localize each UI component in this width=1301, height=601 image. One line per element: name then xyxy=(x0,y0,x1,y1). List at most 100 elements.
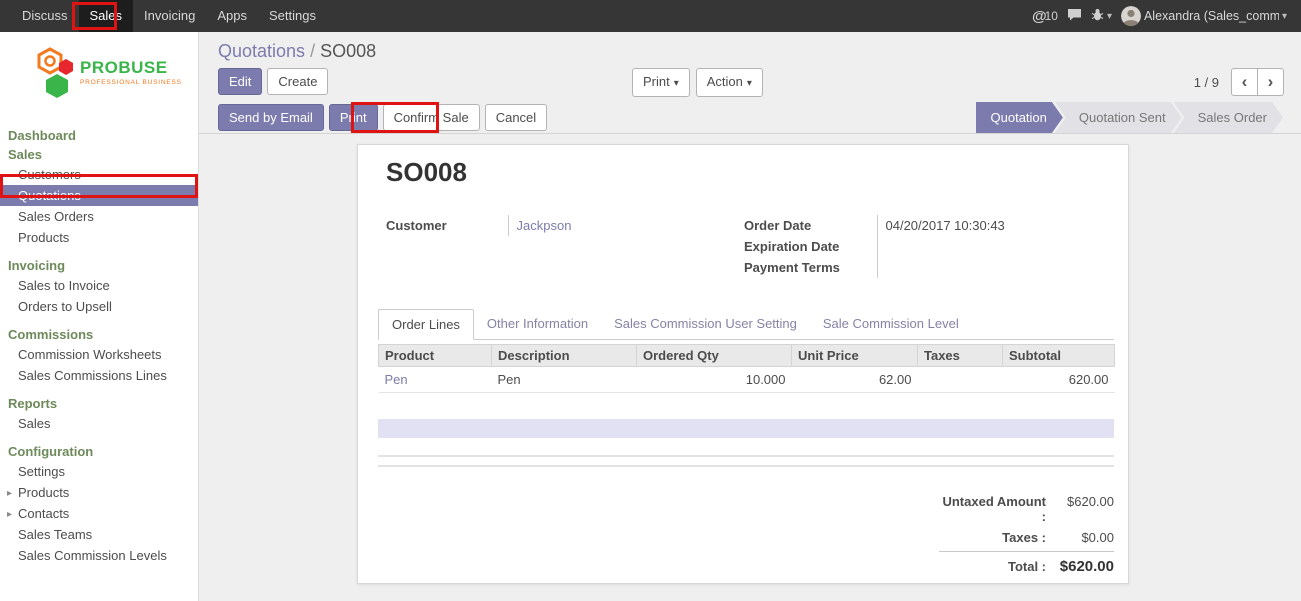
cancel-button[interactable]: Cancel xyxy=(485,104,547,131)
taxes-row: Taxes : $0.00 xyxy=(939,527,1114,548)
user-menu[interactable]: Alexandra (Sales_comm.. ▾ xyxy=(1121,6,1287,26)
order-lines-table: Product Description Ordered Qty Unit Pri… xyxy=(378,344,1115,393)
sidebar-section-invoicing[interactable]: Invoicing xyxy=(0,256,198,275)
expand-arrow-icon: ▸ xyxy=(7,486,12,501)
sidebar-item-commission-worksheets[interactable]: Commission Worksheets xyxy=(0,344,198,365)
sidebar-item-sales-orders[interactable]: Sales Orders xyxy=(0,206,198,227)
status-steps: Quotation Quotation Sent Sales Order xyxy=(976,102,1283,133)
cell-subtotal: 620.00 xyxy=(1003,367,1115,393)
topbar-menu-settings[interactable]: Settings xyxy=(258,0,327,32)
control-panel-buttons: Edit Create xyxy=(218,68,328,95)
totals-block: Untaxed Amount : $620.00 Taxes : $0.00 T… xyxy=(939,491,1114,578)
print-dropdown[interactable]: Print▾ xyxy=(632,68,690,97)
control-panel-menus: Print▾ Action▾ xyxy=(632,68,763,97)
breadcrumb-current: SO008 xyxy=(320,41,376,61)
cell-ordered-qty: 10.000 xyxy=(637,367,792,393)
topbar-menu-discuss[interactable]: Discuss xyxy=(11,0,79,32)
probuse-logo-text: PROBUSE PROFESSIONAL BUSINESS xyxy=(80,46,182,86)
order-lines-header-row: Product Description Ordered Qty Unit Pri… xyxy=(379,345,1115,367)
status-step-quotation[interactable]: Quotation xyxy=(976,102,1063,133)
expiration-date-value[interactable] xyxy=(877,236,1102,257)
pager: 1 / 9 ‹ › xyxy=(1194,68,1284,96)
col-subtotal: Subtotal xyxy=(1003,345,1115,367)
sidebar-item-products[interactable]: Products xyxy=(0,227,198,248)
main-content: Quotations / SO008 Edit Create Print▾ Ac… xyxy=(199,32,1301,601)
mention-counter[interactable]: @ 10 xyxy=(1032,8,1058,25)
action-dropdown[interactable]: Action▾ xyxy=(696,68,763,97)
sidebar-item-sales-teams[interactable]: Sales Teams xyxy=(0,524,198,545)
print-dropdown-label: Print xyxy=(643,74,670,89)
customer-value[interactable]: Jackpson xyxy=(508,215,658,236)
messages-button[interactable] xyxy=(1067,8,1082,24)
send-by-email-button[interactable]: Send by Email xyxy=(218,104,324,131)
debug-menu[interactable]: ▾ xyxy=(1091,8,1112,24)
sidebar-section-reports[interactable]: Reports xyxy=(0,394,198,413)
topbar-menu-sales[interactable]: Sales xyxy=(79,0,134,32)
caret-down-icon: ▾ xyxy=(1107,11,1112,22)
caret-down-icon: ▾ xyxy=(1282,11,1287,22)
pager-next-button[interactable]: › xyxy=(1257,68,1284,96)
topbar-menu-invoicing[interactable]: Invoicing xyxy=(133,0,206,32)
tab-order-lines[interactable]: Order Lines xyxy=(378,309,474,340)
sidebar-item-customers[interactable]: Customers xyxy=(0,164,198,185)
tab-sales-commission-user-setting[interactable]: Sales Commission User Setting xyxy=(601,309,810,339)
tab-sale-commission-level[interactable]: Sale Commission Level xyxy=(810,309,972,339)
separator-line xyxy=(378,465,1114,467)
statusbar-buttons: Send by Email Print Confirm Sale Cancel xyxy=(218,104,547,131)
sidebar-item-settings[interactable]: Settings xyxy=(0,461,198,482)
print-button[interactable]: Print xyxy=(329,104,378,131)
notebook-tabs: Order Lines Other Information Sales Comm… xyxy=(378,309,1114,340)
breadcrumb-quotations-link[interactable]: Quotations xyxy=(218,41,305,61)
probuse-logo: PROBUSE PROFESSIONAL BUSINESS xyxy=(0,32,198,118)
sidebar-item-quotations[interactable]: Quotations xyxy=(0,185,198,206)
topbar-menu-apps[interactable]: Apps xyxy=(206,0,258,32)
cell-unit-price: 62.00 xyxy=(792,367,918,393)
sidebar-item-label: Contacts xyxy=(18,506,69,521)
status-step-sales-order[interactable]: Sales Order xyxy=(1174,102,1283,133)
record-title: SO008 xyxy=(386,157,467,188)
payment-terms-label: Payment Terms xyxy=(744,257,877,278)
total-label: Total : xyxy=(939,559,1046,574)
status-step-quotation-sent[interactable]: Quotation Sent xyxy=(1055,102,1182,133)
untaxed-amount-value: $620.00 xyxy=(1046,494,1114,509)
total-row: Total : $620.00 xyxy=(939,551,1114,578)
brand-name: PROBUSE xyxy=(80,58,182,78)
sidebar-section-commissions[interactable]: Commissions xyxy=(0,325,198,344)
cell-product[interactable]: Pen xyxy=(379,367,492,393)
col-ordered-qty: Ordered Qty xyxy=(637,345,792,367)
confirm-sale-button[interactable]: Confirm Sale xyxy=(383,104,480,131)
taxes-value: $0.00 xyxy=(1046,530,1114,545)
sidebar-item-config-products[interactable]: ▸ Products xyxy=(0,482,198,503)
probuse-logo-icon xyxy=(36,46,76,105)
sidebar-item-sales-commissions-lines[interactable]: Sales Commissions Lines xyxy=(0,365,198,386)
total-value: $620.00 xyxy=(1046,558,1114,575)
sidebar-item-sales-to-invoice[interactable]: Sales to Invoice xyxy=(0,275,198,296)
sidebar-item-sales-commission-levels[interactable]: Sales Commission Levels xyxy=(0,545,198,566)
top-navbar: Discuss Sales Invoicing Apps Settings @ … xyxy=(0,0,1301,32)
mention-count: 10 xyxy=(1045,9,1058,23)
breadcrumb-separator: / xyxy=(310,41,315,61)
create-button[interactable]: Create xyxy=(267,68,328,95)
order-line-row[interactable]: Pen Pen 10.000 62.00 620.00 xyxy=(379,367,1115,393)
app-sidebar: PROBUSE PROFESSIONAL BUSINESS Dashboard … xyxy=(0,32,199,601)
brand-tagline: PROFESSIONAL BUSINESS xyxy=(80,79,182,86)
order-date-value[interactable]: 04/20/2017 10:30:43 xyxy=(877,215,1102,236)
sidebar-section-dashboard[interactable]: Dashboard xyxy=(0,126,198,145)
cell-taxes xyxy=(918,367,1003,393)
sidebar-item-orders-to-upsell[interactable]: Orders to Upsell xyxy=(0,296,198,317)
untaxed-amount-label: Untaxed Amount : xyxy=(939,494,1046,524)
tab-other-information[interactable]: Other Information xyxy=(474,309,601,339)
untaxed-amount-row: Untaxed Amount : $620.00 xyxy=(939,491,1114,527)
sidebar-item-report-sales[interactable]: Sales xyxy=(0,413,198,434)
col-description: Description xyxy=(492,345,637,367)
payment-terms-value[interactable] xyxy=(877,257,1102,278)
taxes-label: Taxes : xyxy=(939,530,1046,545)
pager-previous-button[interactable]: ‹ xyxy=(1231,68,1258,96)
sidebar-section-configuration[interactable]: Configuration xyxy=(0,442,198,461)
edit-button[interactable]: Edit xyxy=(218,68,262,95)
sidebar-item-contacts[interactable]: ▸ Contacts xyxy=(0,503,198,524)
col-taxes: Taxes xyxy=(918,345,1003,367)
sidebar-section-sales[interactable]: Sales xyxy=(0,145,198,164)
pager-value: 1 / 9 xyxy=(1194,75,1219,90)
sidebar-item-label: Products xyxy=(18,485,69,500)
